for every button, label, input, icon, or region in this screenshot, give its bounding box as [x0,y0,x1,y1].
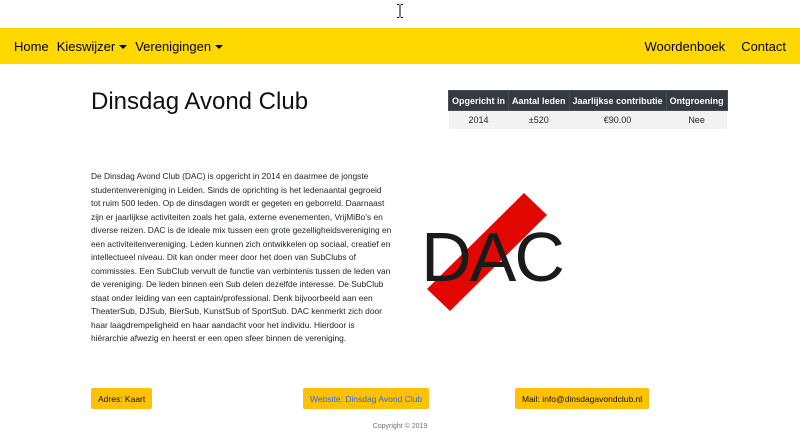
table-header-cell: Jaarlijkse contributie [568,90,667,111]
caret-down-icon [215,44,224,49]
navbar: Home Kieswijzer Verenigingen Woordenboek… [0,28,800,64]
browser-top-strip [0,0,800,28]
logo-text: DAC [421,218,563,296]
nav-woordenboek-label: Woordenboek [644,38,726,54]
table-header-row: Opgericht in Aantal leden Jaarlijkse con… [447,90,728,111]
table-header-cell: Aantal leden [508,90,570,111]
dac-logo: DAC [421,193,565,311]
table-header-cell: Ontgroening [665,90,728,111]
nav-home-link[interactable]: Home [14,39,49,54]
nav-contact-link[interactable]: Contact [741,39,786,54]
nav-contact-label: Contact [741,38,786,54]
nav-left: Home Kieswijzer Verenigingen [14,39,231,54]
table-cell-opgericht: 2014 [448,110,509,129]
address-button[interactable]: Adres: Kaart [91,388,153,409]
website-button[interactable]: Website: Dinsdag Avond Club [303,388,430,409]
footer-copyright: Copyright © 2019 [372,423,428,430]
table-row: 2014 ±520 €90.00 Nee [448,110,728,129]
nav-woordenboek-link[interactable]: Woordenboek [644,39,725,54]
table-cell-contributie: €90.00 [569,110,667,129]
mail-button-label: Mail: info@dinsdagavondclub.nl [522,393,643,404]
text-cursor-icon [397,4,403,18]
page-title: Dinsdag Avond Club [91,88,309,115]
nav-home-label: Home [14,38,49,54]
caret-down-icon [119,44,128,49]
mail-button[interactable]: Mail: info@dinsdagavondclub.nl [515,388,650,409]
table-header-cell: Opgericht in [447,90,510,111]
nav-verenigingen-dropdown[interactable]: Verenigingen [135,38,224,54]
table-cell-leden: ±520 [508,110,570,129]
nav-right: Woordenboek Contact [628,39,786,54]
nav-verenigingen-label: Verenigingen [135,38,212,54]
nav-kieswijzer-label: Kieswijzer [56,38,116,54]
website-button-label: Website: Dinsdag Avond Club [310,393,423,404]
club-info-table: Opgericht in Aantal leden Jaarlijkse con… [447,90,728,129]
address-button-label: Adres: Kaart [98,393,146,404]
nav-kieswijzer-dropdown[interactable]: Kieswijzer [57,39,128,54]
club-description: De Dinsdag Avond Club (DAC) is opgericht… [91,171,392,343]
table-cell-ontgroening: Nee [666,110,728,129]
